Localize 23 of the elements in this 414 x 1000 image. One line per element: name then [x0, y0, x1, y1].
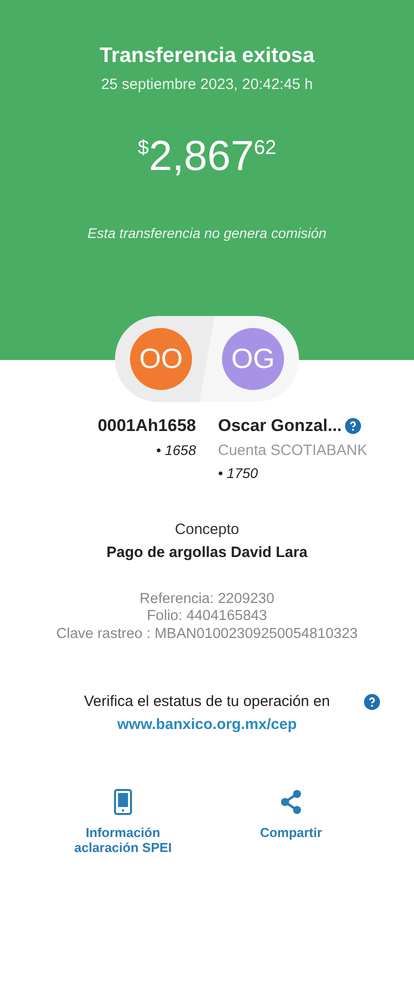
status-title: Transferencia exitosa	[100, 44, 314, 68]
info-button[interactable]: Información aclaración SPEI	[67, 789, 179, 856]
concept-label: Concepto	[174, 521, 240, 538]
account-number: • 1750	[218, 465, 258, 481]
account-name: 0001Ah1658	[98, 416, 196, 436]
concept-value: Pago de argollas David Lara	[106, 544, 308, 561]
detail-line: Folio: 4404165843	[146, 608, 268, 626]
share-button[interactable]: Compartir	[235, 789, 347, 856]
initials-avatar: OO	[130, 328, 192, 390]
bank-name: Cuenta SCOTIABANK	[218, 442, 368, 459]
share-icon	[279, 789, 303, 816]
help-icon[interactable]	[364, 694, 380, 710]
account-name: Oscar Gonzal...	[218, 416, 342, 436]
fee-note: Esta transferencia no genera comisión	[88, 225, 326, 241]
help-icon[interactable]	[344, 418, 361, 434]
date-time: 25 septiembre 2023, 20:42:45 h	[101, 76, 313, 93]
tablet-icon	[114, 789, 132, 816]
detail-line: Clave rastreo : MBAN01002309250054810323	[56, 626, 358, 644]
initials-avatar: OG	[222, 328, 284, 390]
account-number: • 1658	[156, 442, 196, 458]
verify-text: Verifica el estatus de tu operación en	[84, 693, 330, 710]
banxico-link[interactable]: www.banxico.org.mx/cep	[117, 716, 297, 734]
detail-line: Referencia: 2209230	[140, 591, 274, 608]
